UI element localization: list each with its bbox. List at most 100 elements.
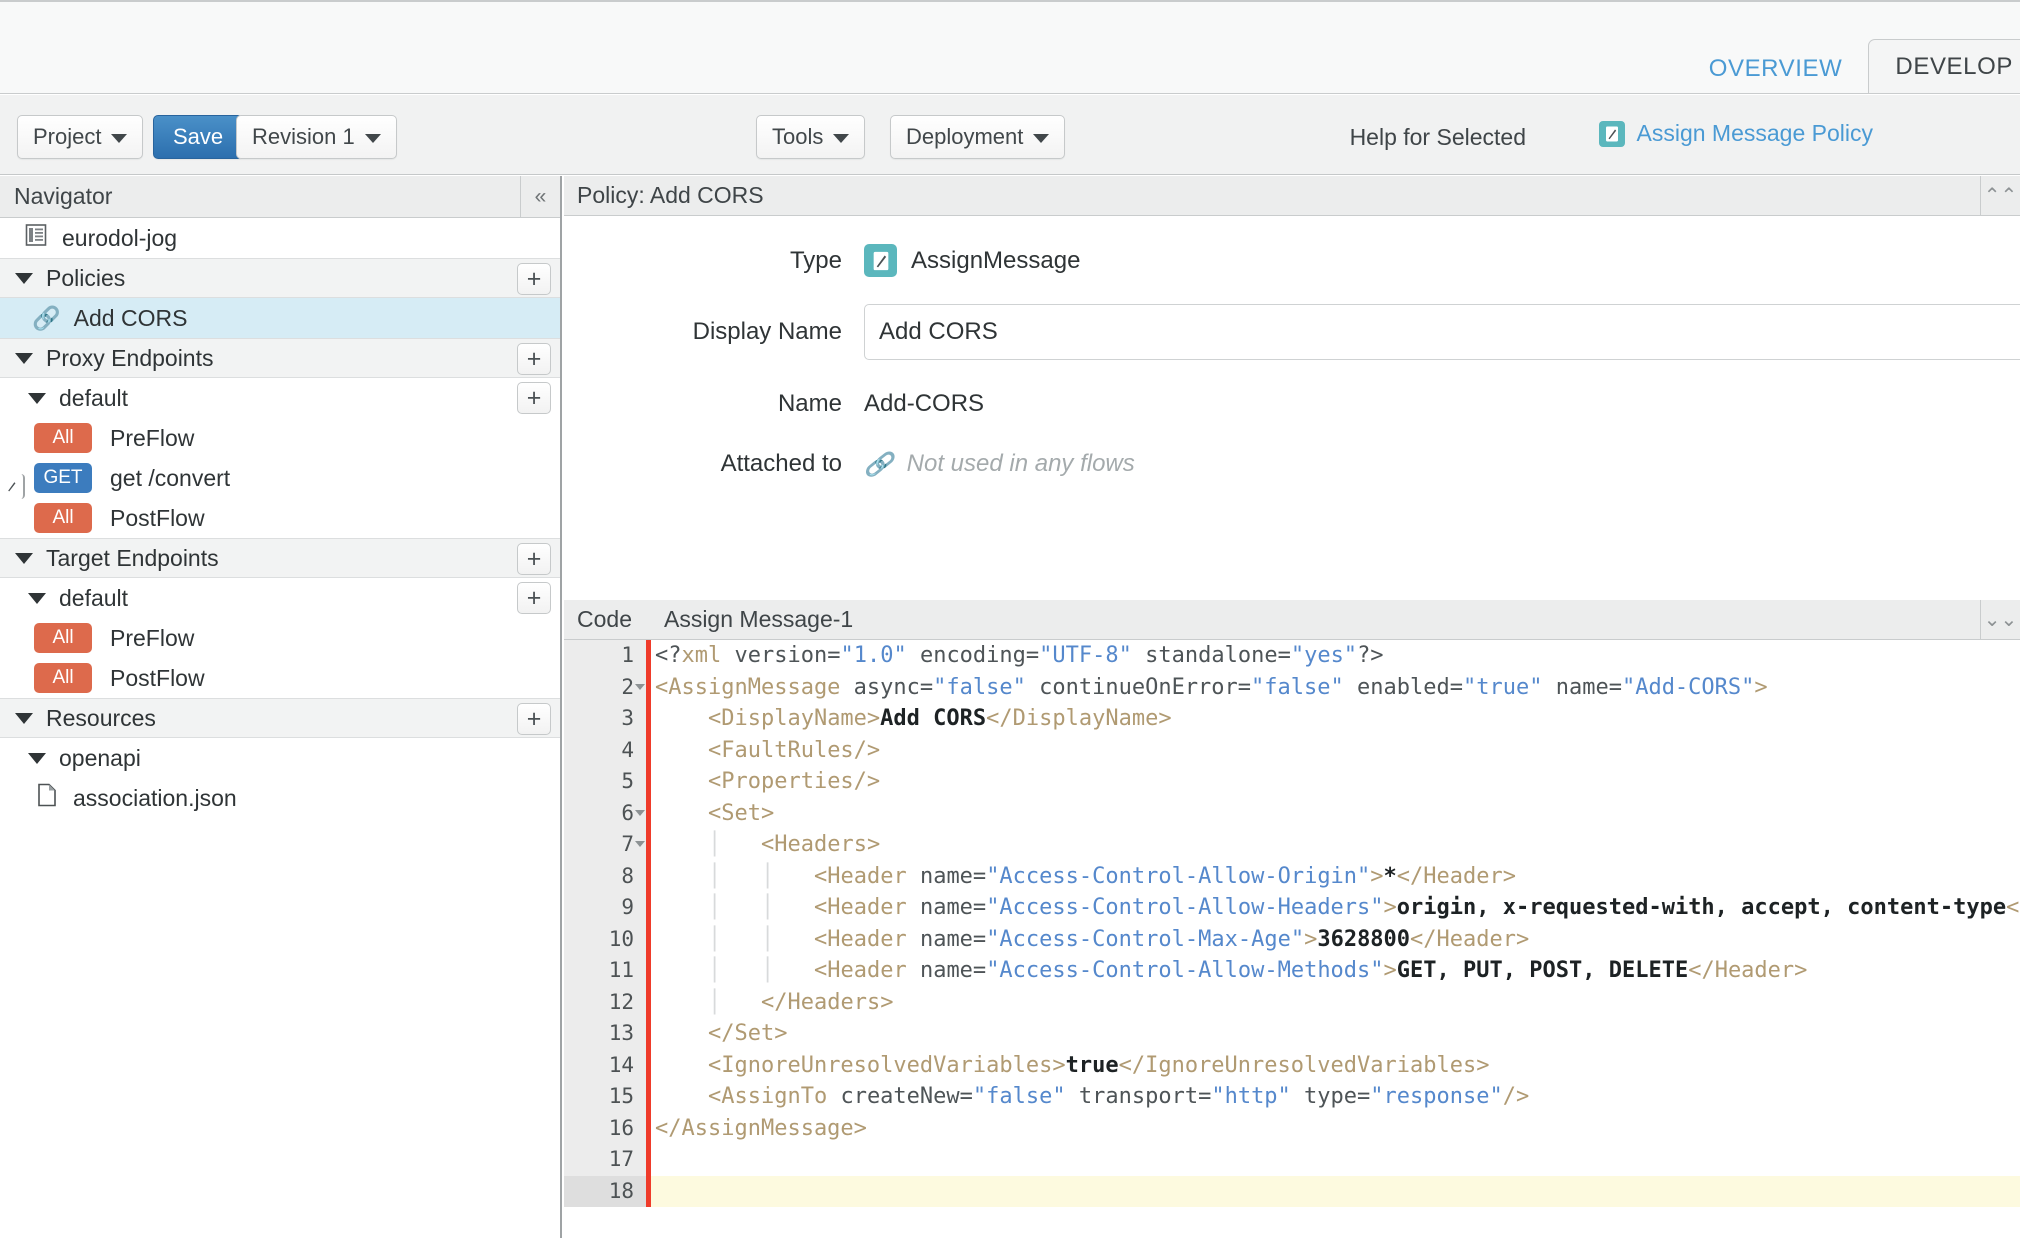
chevron-down-icon bbox=[28, 752, 46, 764]
policy-type-value-wrap: AssignMessage bbox=[864, 244, 1080, 277]
navigator-flow-label: get /convert bbox=[110, 464, 231, 491]
code-line[interactable]: 8 │ │ <Header name="Access-Control-Allow… bbox=[564, 860, 2020, 892]
policy-detail-title: Policy: Add CORS bbox=[577, 182, 764, 208]
code-editor[interactable]: 1 <?xml version="1.0" encoding="UTF-8" st… bbox=[564, 640, 2020, 1238]
code-line-text: </Set> bbox=[707, 1021, 788, 1046]
chevron-down-icon bbox=[15, 272, 33, 284]
revision-menu-button[interactable]: Revision 1 bbox=[236, 115, 397, 159]
add-target-flow-button[interactable]: + bbox=[517, 582, 551, 614]
add-proxy-flow-button[interactable]: + bbox=[517, 382, 551, 414]
assign-message-policy-help-link[interactable]: Assign Message Policy bbox=[1598, 120, 1874, 147]
code-line[interactable]: 5 <Properties/> bbox=[564, 766, 2020, 798]
code-line[interactable]: 1 <?xml version="1.0" encoding="UTF-8" st… bbox=[564, 640, 2020, 672]
navigator-resource-file[interactable]: association.json bbox=[0, 778, 560, 818]
project-menu-label: Project bbox=[33, 124, 102, 149]
code-line[interactable]: 7 │ <Headers> bbox=[564, 829, 2020, 861]
policy-name-value: Add-CORS bbox=[864, 390, 985, 417]
policy-code-tab[interactable]: Assign Message-1 bbox=[632, 606, 853, 633]
navigator-proxy-root[interactable]: eurodol-jog bbox=[0, 218, 560, 258]
add-target-endpoint-button[interactable]: + bbox=[517, 543, 551, 575]
collapse-navigator-button[interactable]: « bbox=[520, 176, 560, 217]
save-button[interactable]: Save bbox=[153, 115, 244, 159]
policy-display-name-row: Display Name bbox=[564, 304, 2020, 360]
code-line[interactable]: 6 <Set> bbox=[564, 797, 2020, 829]
code-line[interactable]: 10 │ │ <Header name="Access-Control-Max-… bbox=[564, 923, 2020, 955]
deployment-menu-button[interactable]: Deployment bbox=[890, 115, 1066, 159]
line-number: 2 bbox=[564, 671, 646, 703]
top-band: OVERVIEW DEVELOP bbox=[0, 0, 2020, 94]
navigator-section-proxy-endpoints[interactable]: Proxy Endpoints + bbox=[0, 338, 560, 378]
navigator-flow-item[interactable]: All PreFlow bbox=[0, 618, 560, 658]
code-line[interactable]: 12 │ </Headers> bbox=[564, 986, 2020, 1018]
policy-display-name-input[interactable] bbox=[864, 304, 2020, 360]
navigator-section-resources[interactable]: Resources + bbox=[0, 698, 560, 738]
add-proxy-endpoint-button[interactable]: + bbox=[517, 343, 551, 375]
code-line[interactable]: 16 </AssignMessage> bbox=[564, 1112, 2020, 1144]
code-line-text: <Set> bbox=[707, 800, 775, 826]
navigator-flow-label: PostFlow bbox=[110, 504, 205, 531]
navigator-target-endpoint-default[interactable]: default + bbox=[0, 578, 560, 618]
code-line[interactable]: 18 bbox=[564, 1175, 2020, 1207]
navigator-section-target-endpoints[interactable]: Target Endpoints + bbox=[0, 538, 560, 578]
code-panel-header: Code Assign Message-1 ⌄⌄ bbox=[564, 600, 2020, 640]
code-line[interactable]: 17 bbox=[564, 1144, 2020, 1176]
policy-detail-header: Policy: Add CORS ⌃⌃ bbox=[564, 176, 2020, 216]
code-line[interactable]: 2 <AssignMessage async="false" continueOn… bbox=[564, 671, 2020, 703]
code-line-text: │ │ <Header name="Access-Control-Allow-H… bbox=[707, 895, 2020, 920]
code-line[interactable]: 14 <IgnoreUnresolvedVariables>true</Igno… bbox=[564, 1049, 2020, 1081]
add-policy-button[interactable]: + bbox=[517, 263, 551, 295]
line-number: 4 bbox=[564, 734, 646, 766]
line-number: 11 bbox=[564, 955, 646, 987]
navigator-flow-item[interactable]: All PreFlow bbox=[0, 418, 560, 458]
code-line[interactable]: 9 │ │ <Header name="Access-Control-Allow… bbox=[564, 892, 2020, 924]
code-tab[interactable]: Code bbox=[564, 606, 632, 633]
line-number: 7 bbox=[564, 829, 646, 861]
assign-message-policy-help-label: Assign Message Policy bbox=[1636, 120, 1874, 146]
navigator-resource-folder-openapi[interactable]: openapi bbox=[0, 738, 560, 778]
line-number: 16 bbox=[564, 1112, 646, 1144]
policy-detail-panel: Policy: Add CORS ⌃⌃ Type AssignMessage D… bbox=[564, 176, 2020, 599]
fold-toggle-icon[interactable] bbox=[635, 809, 645, 816]
tools-menu-label: Tools bbox=[772, 124, 824, 149]
tab-overview[interactable]: OVERVIEW bbox=[1683, 45, 1869, 93]
code-line-text: │ <Headers> bbox=[707, 832, 881, 857]
method-badge: All bbox=[34, 423, 92, 453]
navigator-resource-file-label: association.json bbox=[73, 784, 237, 811]
code-line-text: <AssignMessage async="false" continueOnE… bbox=[655, 674, 1768, 700]
line-number: 14 bbox=[564, 1049, 646, 1081]
navigator-flow-item[interactable]: All PostFlow bbox=[0, 658, 560, 698]
code-line[interactable]: 3 <DisplayName>Add CORS</DisplayName> bbox=[564, 703, 2020, 735]
add-resource-button[interactable]: + bbox=[517, 703, 551, 735]
code-line-text: </AssignMessage> bbox=[655, 1115, 867, 1141]
code-line[interactable]: 11 │ │ <Header name="Access-Control-Allo… bbox=[564, 955, 2020, 987]
tab-develop[interactable]: DEVELOP bbox=[1868, 39, 2020, 93]
navigator-policy-add-cors[interactable]: 🔗 Add CORS bbox=[0, 298, 560, 499]
navigator-flow-item[interactable]: GET get /convert bbox=[0, 458, 560, 498]
navigator-resource-folder-label: openapi bbox=[59, 744, 141, 771]
collapse-detail-panel-button[interactable]: ⌃⌃ bbox=[1980, 176, 2020, 215]
policy-type-value: AssignMessage bbox=[911, 246, 1081, 274]
navigator-flow-item[interactable]: All PostFlow bbox=[0, 498, 560, 538]
navigator-flow-label: PreFlow bbox=[110, 624, 195, 651]
navigator-endpoint-name: default bbox=[59, 384, 129, 411]
code-line[interactable]: 15 <AssignTo createNew="false" transport… bbox=[564, 1081, 2020, 1113]
fold-toggle-icon[interactable] bbox=[635, 841, 645, 847]
line-number: 1 bbox=[564, 640, 646, 672]
navigator-header: Navigator « bbox=[0, 176, 560, 218]
code-line[interactable]: 13 </Set> bbox=[564, 1018, 2020, 1050]
code-line[interactable]: 4 <FaultRules/> bbox=[564, 734, 2020, 766]
project-menu-button[interactable]: Project bbox=[17, 115, 144, 159]
navigator-section-policies[interactable]: Policies + bbox=[0, 258, 560, 298]
navigator-proxy-endpoint-default[interactable]: default + bbox=[0, 378, 560, 418]
chevron-down-icon bbox=[15, 552, 33, 564]
revision-menu-label: Revision 1 bbox=[252, 124, 355, 149]
api-proxy-icon bbox=[24, 223, 48, 253]
navigator-policy-label: Add CORS bbox=[73, 304, 188, 331]
policy-attached-to-value-wrap: 🔗 Not used in any flows bbox=[864, 450, 1135, 478]
policy-display-name-label: Display Name bbox=[692, 318, 842, 345]
fold-toggle-icon[interactable] bbox=[635, 683, 645, 690]
chevron-down-icon bbox=[1033, 133, 1050, 143]
collapse-code-panel-button[interactable]: ⌄⌄ bbox=[1980, 600, 2020, 639]
tools-menu-button[interactable]: Tools bbox=[756, 115, 866, 159]
method-badge: All bbox=[34, 623, 92, 653]
